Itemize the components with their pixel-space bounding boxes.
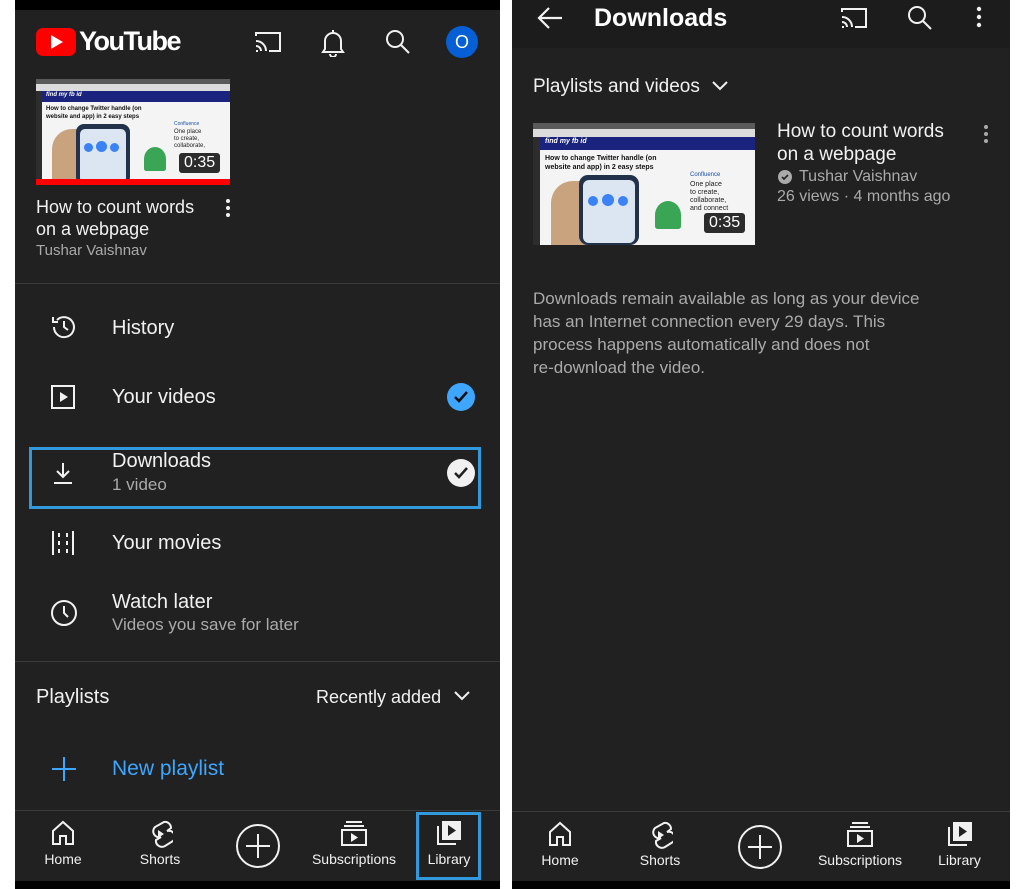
video-meta: 26 views · 4 months ago <box>777 188 951 205</box>
library-item-sublabel: Videos you save for later <box>112 615 299 634</box>
create-plus-icon <box>737 824 783 870</box>
library-screen: YouTube O find my fb id How to change Tw… <box>15 0 500 889</box>
white-check-circle-icon <box>447 459 475 487</box>
playlist-sort-dropdown[interactable]: Recently added <box>315 686 475 712</box>
library-item-label: Your movies <box>112 532 222 554</box>
more-options-icon[interactable] <box>224 198 232 218</box>
back-arrow-icon[interactable] <box>536 5 564 31</box>
info-line: has an Internet connection every 29 days… <box>533 312 886 331</box>
nav-home[interactable]: Home <box>23 811 103 881</box>
cast-icon[interactable] <box>253 29 283 55</box>
system-bar <box>15 881 500 889</box>
library-icon <box>946 820 974 848</box>
nav-subscriptions[interactable]: Subscriptions <box>305 811 403 881</box>
downloads-screen: Downloads Playlists and videos find my f… <box>512 0 1010 889</box>
chevron-down-icon <box>453 690 471 702</box>
nav-label: Shorts <box>139 851 181 867</box>
search-icon[interactable] <box>384 28 412 56</box>
nav-create[interactable] <box>223 811 293 881</box>
section-divider <box>15 283 500 284</box>
system-bar <box>512 881 1010 889</box>
nav-subscriptions[interactable]: Subscriptions <box>810 812 910 882</box>
library-item-watch-later[interactable]: Watch later Videos you save for later <box>15 584 500 646</box>
library-item-history[interactable]: History <box>15 300 500 356</box>
status-bar <box>15 0 500 10</box>
nav-label: Home <box>541 852 579 868</box>
recent-video-title-line2[interactable]: on a webpage <box>36 219 149 240</box>
plus-icon <box>51 756 77 782</box>
filter-label: Playlists and videos <box>533 76 700 97</box>
search-icon[interactable] <box>906 4 934 32</box>
info-line: process happens automatically and does n… <box>533 335 870 354</box>
downloads-info-text: Downloads remain available as long as yo… <box>533 287 993 379</box>
clock-icon <box>49 598 79 628</box>
library-item-label: Watch later <box>112 591 213 613</box>
downloaded-video-title-line2[interactable]: on a webpage <box>777 144 896 166</box>
nav-library[interactable]: Library <box>413 811 485 881</box>
nav-library[interactable]: Library <box>922 812 997 882</box>
library-item-downloads[interactable]: Downloads 1 video <box>15 449 500 505</box>
new-playlist-label: New playlist <box>112 757 225 780</box>
chevron-down-icon <box>711 80 729 92</box>
library-item-your-movies[interactable]: Your movies <box>15 516 500 572</box>
library-item-label: History <box>112 317 175 339</box>
library-item-sublabel: 1 video <box>112 475 167 494</box>
more-options-icon[interactable] <box>975 6 983 28</box>
play-square-icon <box>50 384 76 410</box>
notifications-bell-icon[interactable] <box>319 27 347 57</box>
app-bar <box>512 0 1010 48</box>
home-icon <box>547 820 573 848</box>
nav-label: Library <box>938 852 981 868</box>
youtube-wordmark: YouTube <box>79 26 181 56</box>
section-divider <box>15 661 500 662</box>
nav-label: Library <box>427 851 471 867</box>
account-avatar[interactable]: O <box>446 26 478 58</box>
video-channel: Tushar Vaishnav <box>799 168 918 185</box>
page-title: Downloads <box>594 4 728 32</box>
nav-label: Subscriptions <box>311 851 397 867</box>
create-plus-icon <box>235 823 281 869</box>
recent-video-title[interactable]: How to count words <box>36 197 194 218</box>
downloaded-video-title[interactable]: How to count words <box>777 121 944 143</box>
watched-progress-bar <box>36 179 230 185</box>
nav-shorts[interactable]: Shorts <box>620 812 700 882</box>
new-playlist-button[interactable]: New playlist <box>15 748 500 792</box>
cast-icon[interactable] <box>839 5 869 31</box>
library-item-label: Your videos <box>112 386 216 408</box>
library-item-your-videos[interactable]: Your videos <box>15 370 500 426</box>
bottom-navigation: Home Shorts Subscriptions Library <box>512 811 1010 881</box>
film-strip-icon <box>49 529 77 557</box>
home-icon <box>50 819 76 847</box>
info-line: Downloads remain available as long as yo… <box>533 289 920 308</box>
downloaded-check-icon <box>778 170 792 184</box>
nav-label: Shorts <box>639 852 681 868</box>
sort-label: Recently added <box>316 687 442 707</box>
nav-shorts[interactable]: Shorts <box>120 811 200 881</box>
bottom-navigation: Home Shorts Subscriptions Library <box>15 810 500 881</box>
nav-home[interactable]: Home <box>520 812 600 882</box>
shorts-icon <box>147 819 173 849</box>
playlists-heading: Playlists <box>36 686 110 708</box>
nav-label: Home <box>44 851 82 867</box>
recent-video-channel: Tushar Vaishnav <box>36 242 147 259</box>
video-duration-badge: 0:35 <box>179 153 221 173</box>
nav-label: Subscriptions <box>817 852 903 868</box>
nav-create[interactable] <box>725 812 795 882</box>
more-options-icon[interactable] <box>982 124 990 144</box>
shorts-icon <box>647 820 673 850</box>
download-icon <box>52 461 74 485</box>
filter-dropdown[interactable]: Playlists and videos <box>533 74 743 100</box>
youtube-logo-icon[interactable] <box>36 28 76 56</box>
blue-check-circle-icon <box>447 383 475 411</box>
history-icon <box>49 312 79 342</box>
info-line: re-download the video. <box>533 358 706 377</box>
library-item-label: Downloads <box>112 450 211 472</box>
video-duration-badge: 0:35 <box>704 213 746 233</box>
subscriptions-icon <box>846 820 874 848</box>
library-icon <box>435 819 463 847</box>
subscriptions-icon <box>340 819 368 847</box>
